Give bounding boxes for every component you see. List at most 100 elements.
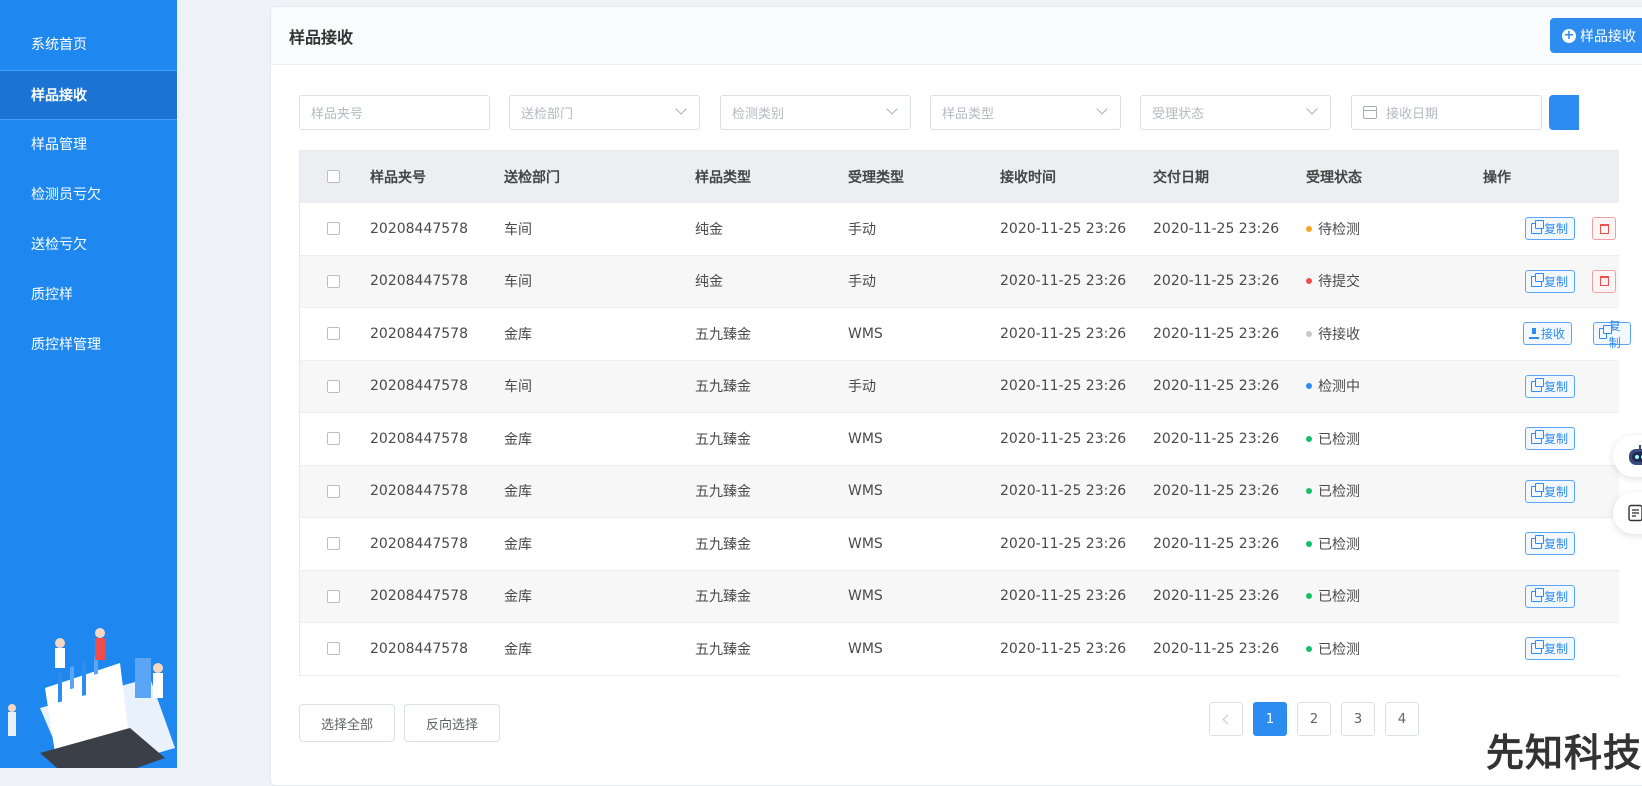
notes-icon (1628, 504, 1642, 522)
row-checkbox[interactable] (327, 537, 340, 551)
status-dot (1306, 383, 1312, 390)
cell-department: 金库 (504, 431, 532, 448)
row-checkbox[interactable] (327, 484, 340, 498)
page-1-button[interactable]: 1 (1253, 702, 1287, 736)
row-checkbox[interactable] (327, 432, 340, 446)
cell-accept-type: 手动 (848, 379, 876, 396)
status-dot (1306, 645, 1312, 652)
sample-type-select[interactable]: 样品类型 (930, 95, 1121, 130)
cell-status: 已检测 (1306, 481, 1360, 501)
row-checkbox[interactable] (327, 274, 340, 288)
row-checkbox[interactable] (327, 222, 340, 236)
department-select[interactable]: 送检部门 (509, 95, 700, 130)
copy-button[interactable]: 复制 (1525, 374, 1576, 398)
copy-button[interactable]: 复制 (1525, 479, 1576, 503)
cell-sample-no: 20208447578 (370, 325, 468, 342)
cell-receive-time: 2020-11-25 23:26 (1000, 535, 1127, 552)
receive-date-picker[interactable]: 接收日期 (1351, 95, 1542, 130)
copy-button[interactable]: 复制 (1525, 532, 1576, 556)
status-select[interactable]: 受理状态 (1140, 95, 1331, 130)
sidebar-item-submit-deficit[interactable]: 送检亏欠 (0, 220, 177, 270)
calendar-icon (1363, 106, 1377, 119)
copy-button[interactable]: 复制 (1525, 269, 1576, 293)
col-header-accept-type: 受理类型 (848, 169, 904, 186)
status-text: 已检测 (1318, 641, 1360, 658)
copy-button[interactable]: 复制 (1525, 217, 1576, 241)
status-text: 检测中 (1318, 379, 1360, 396)
status-placeholder: 受理状态 (1152, 107, 1205, 122)
table-row: 20208447578 车间 五九臻金 手动 2020-11-25 23:26 2020-… (300, 360, 1619, 413)
cell-deliver-date: 2020-11-25 23:26 (1153, 273, 1280, 290)
row-checkbox[interactable] (327, 642, 340, 656)
sidebar-item-sample-receive[interactable]: 样品接收 (0, 70, 177, 120)
cell-sample-no: 20208447578 (370, 273, 468, 290)
sample-no-input[interactable]: 样品夹号 (299, 95, 490, 130)
cell-receive-time: 2020-11-25 23:26 (1000, 378, 1127, 395)
cell-deliver-date: 2020-11-25 23:26 (1153, 483, 1280, 500)
cell-sample-type: 五九臻金 (695, 536, 751, 553)
page-4-button[interactable]: 4 (1385, 702, 1419, 736)
cell-receive-time: 2020-11-25 23:26 (1000, 325, 1127, 342)
page-2-button[interactable]: 2 (1297, 702, 1331, 736)
row-checkbox[interactable] (327, 327, 340, 341)
cell-deliver-date: 2020-11-25 23:26 (1153, 430, 1280, 447)
cell-receive-time: 2020-11-25 23:26 (1000, 640, 1127, 657)
page-3-button[interactable]: 3 (1341, 702, 1375, 736)
prev-page-button[interactable] (1209, 702, 1243, 736)
card-header: 样品接收 (271, 7, 1642, 65)
col-header-deliver-date: 交付日期 (1153, 169, 1209, 186)
copy-button[interactable]: 复制 (1525, 427, 1576, 451)
cell-sample-type: 五九臻金 (695, 641, 751, 658)
delete-button[interactable] (1592, 217, 1616, 241)
cell-accept-type: WMS (848, 430, 883, 447)
search-button[interactable] (1549, 95, 1579, 130)
cell-deliver-date: 2020-11-25 23:26 (1153, 220, 1280, 237)
cell-receive-time: 2020-11-25 23:26 (1000, 220, 1127, 237)
table-row: 20208447578 金库 五九臻金 WMS 2020-11-25 23:26 2020… (300, 308, 1632, 361)
cell-receive-time: 2020-11-25 23:26 (1000, 273, 1127, 290)
table-row: 20208447578 金库 五九臻金 WMS 2020-11-25 23:26 2020… (300, 518, 1619, 571)
table-row: 20208447578 金库 五九臻金 WMS 2020-11-25 23:26 2020… (300, 623, 1619, 676)
cell-department: 金库 (504, 536, 532, 553)
delete-button[interactable] (1592, 269, 1616, 293)
status-text: 待提交 (1318, 274, 1360, 291)
cell-department: 金库 (504, 641, 532, 658)
copy-icon (1531, 272, 1544, 287)
status-dot (1306, 225, 1312, 232)
select-all-button[interactable]: 选择全部 (299, 704, 395, 742)
cell-accept-type: WMS (848, 325, 883, 342)
copy-button[interactable]: 复制 (1593, 319, 1632, 350)
status-text: 已检测 (1318, 536, 1360, 553)
copy-label: 复制 (1544, 222, 1569, 237)
sample-no-placeholder: 样品夹号 (311, 107, 364, 122)
copy-button[interactable]: 复制 (1525, 584, 1576, 608)
table-row: 20208447578 金库 五九臻金 WMS 2020-11-25 23:26 2020… (300, 570, 1619, 623)
chevron-down-icon (1306, 103, 1318, 115)
invert-selection-button[interactable]: 反向选择 (404, 704, 500, 742)
sidebar-item-inspector-deficit[interactable]: 检测员亏欠 (0, 170, 177, 220)
select-all-checkbox[interactable] (327, 170, 340, 183)
copy-icon (1531, 220, 1544, 235)
sidebar-item-sample-manage[interactable]: 样品管理 (0, 120, 177, 170)
status-dot (1306, 278, 1312, 285)
cell-receive-time: 2020-11-25 23:26 (1000, 588, 1127, 605)
table-row: 20208447578 金库 五九臻金 WMS 2020-11-25 23:26 2020… (300, 465, 1619, 518)
table-row: 20208447578 车间 纯金 手动 2020-11-25 23:26 2020-11… (300, 203, 1619, 256)
cell-status: 已检测 (1306, 534, 1360, 554)
row-checkbox[interactable] (327, 589, 340, 603)
add-sample-receive-button[interactable]: + 样品接收 (1550, 18, 1642, 53)
select-all-label: 选择全部 (320, 717, 373, 733)
cell-sample-type: 五九臻金 (695, 484, 751, 501)
sidebar-item-qc-sample[interactable]: 质控样 (0, 270, 177, 320)
cell-sample-type: 纯金 (695, 221, 723, 238)
sidebar-item-qc-sample-manage[interactable]: 质控样管理 (0, 320, 177, 370)
sidebar-item-home[interactable]: 系统首页 (0, 20, 177, 70)
row-checkbox[interactable] (327, 379, 340, 393)
copy-button[interactable]: 复制 (1525, 637, 1576, 661)
cell-sample-no: 20208447578 (370, 220, 468, 237)
status-text: 待检测 (1318, 221, 1360, 238)
test-category-select[interactable]: 检测类别 (720, 95, 911, 130)
sidebar: 系统首页 样品接收 样品管理 检测员亏欠 送检亏欠 质控样 质控样管理 (0, 0, 177, 768)
receive-button[interactable]: 接收 (1523, 322, 1573, 346)
copy-icon (1531, 535, 1544, 550)
